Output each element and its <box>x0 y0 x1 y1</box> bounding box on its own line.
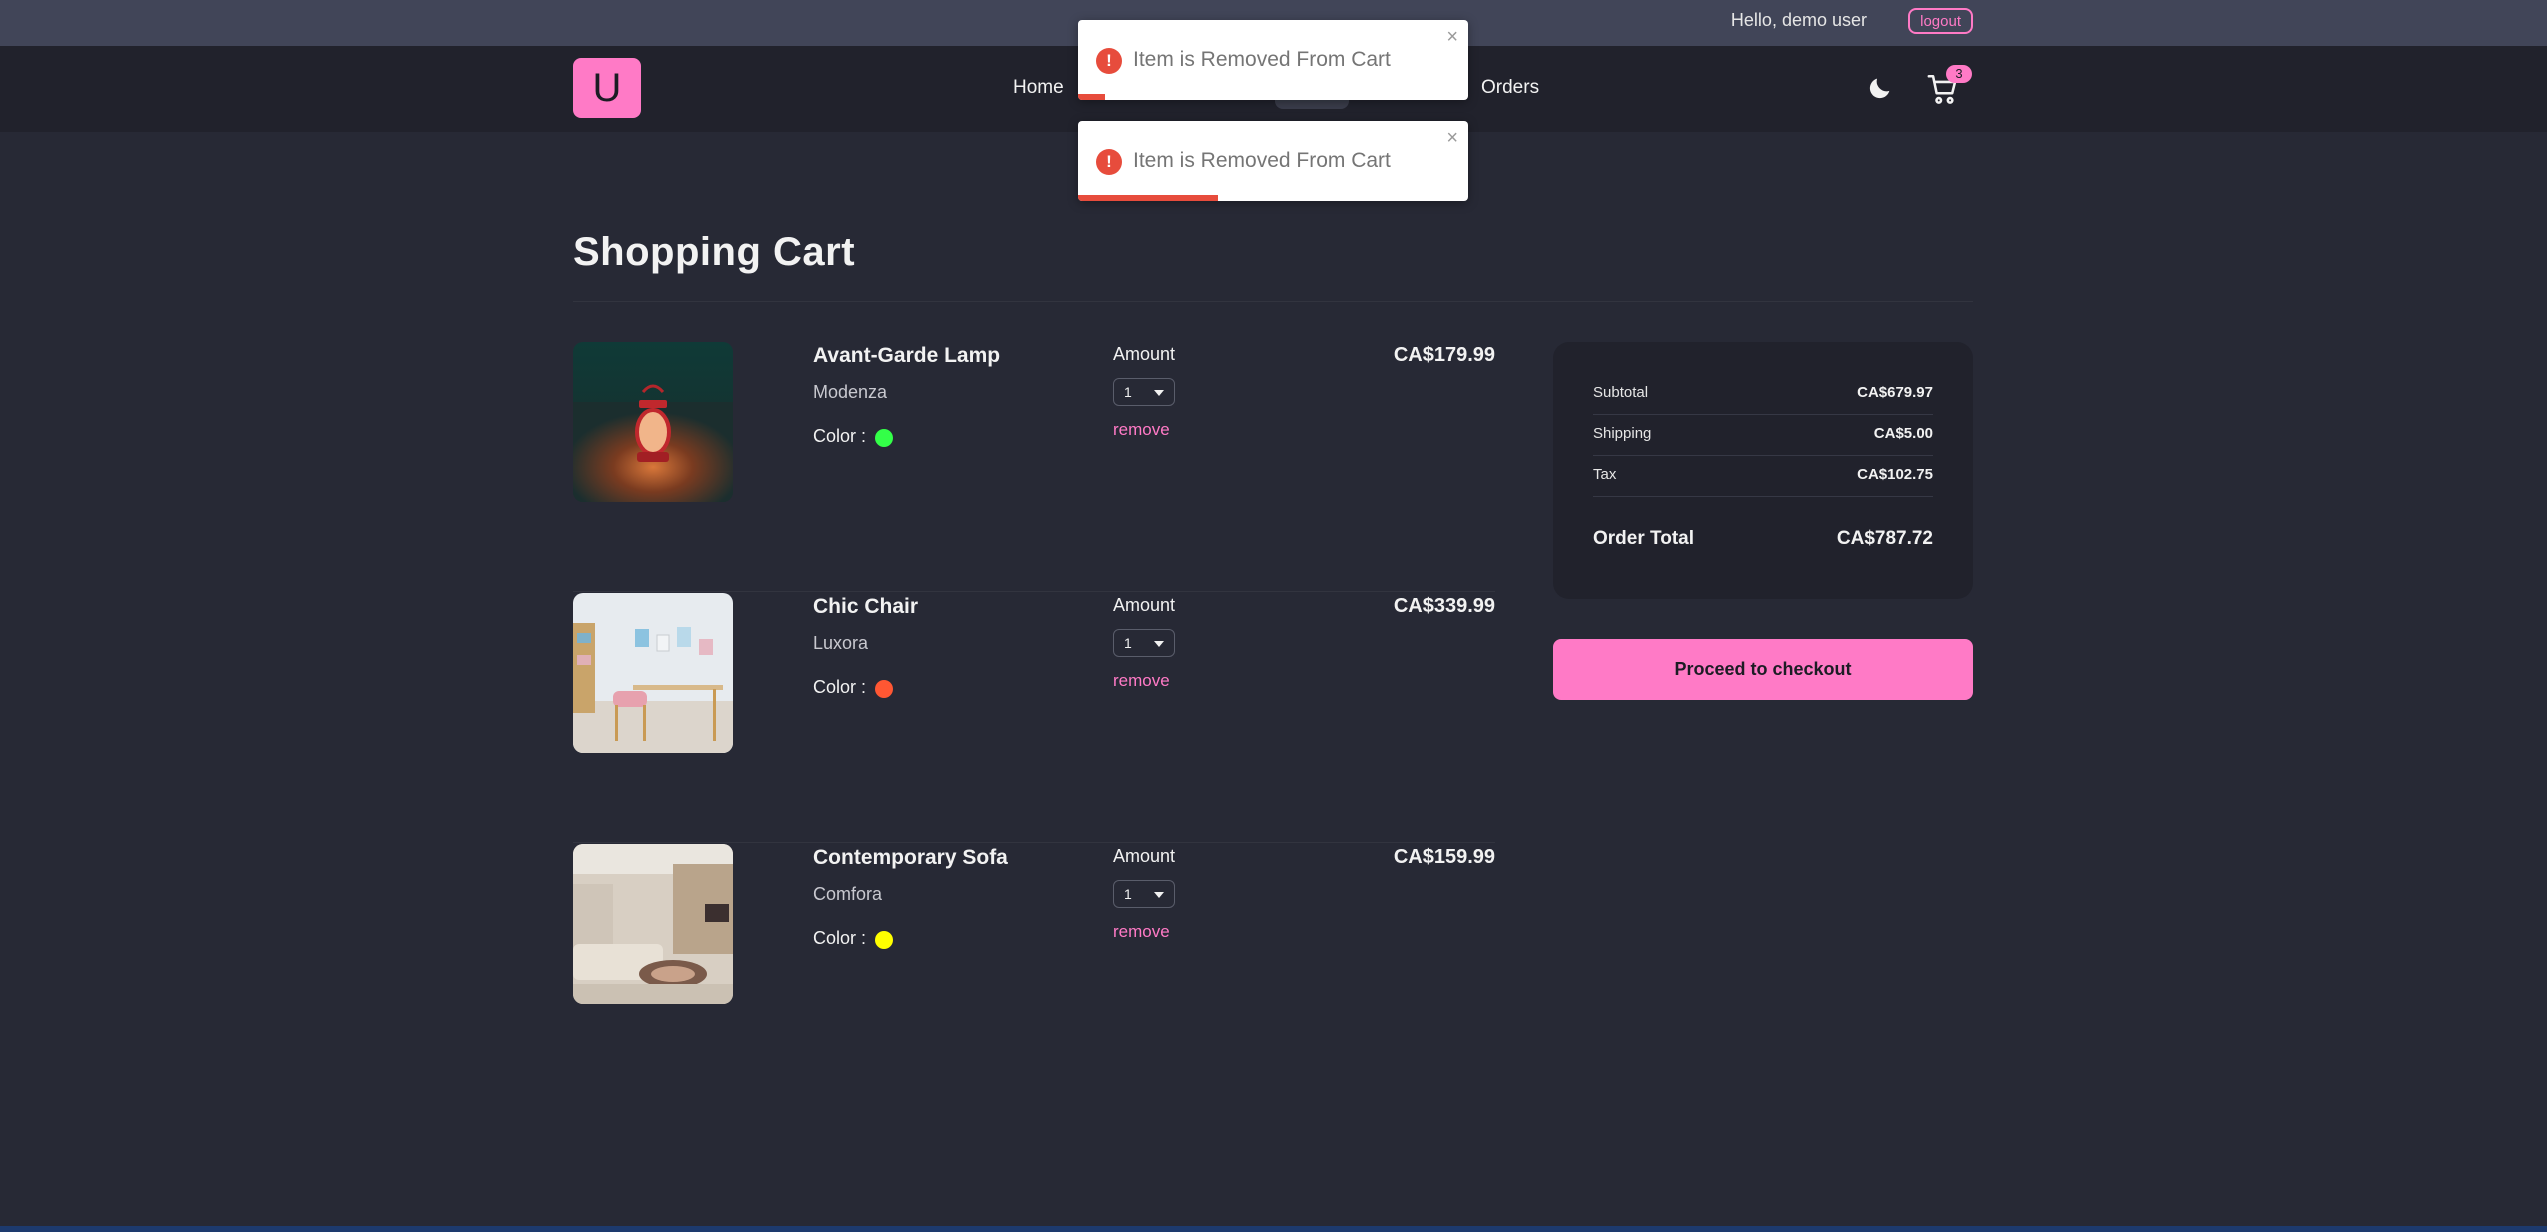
color-swatch <box>875 931 893 949</box>
product-name: Contemporary Sofa <box>813 846 1008 869</box>
color-swatch <box>875 429 893 447</box>
product-image-lamp <box>573 342 733 502</box>
toast-progress-bar <box>1078 195 1219 201</box>
error-icon: ! <box>1096 48 1122 74</box>
amount-value: 1 <box>1124 635 1132 651</box>
product-name: Chic Chair <box>813 595 919 618</box>
cart-item: Avant-Garde Lamp Modenza Color : Amount … <box>573 342 1495 592</box>
error-icon: ! <box>1096 149 1122 175</box>
moon-icon[interactable] <box>1866 74 1894 102</box>
remove-button[interactable]: remove <box>1113 922 1170 942</box>
product-company: Luxora <box>813 633 869 653</box>
divider <box>1593 496 1933 497</box>
close-icon[interactable]: × <box>1446 26 1458 49</box>
subtotal-value: CA$679.97 <box>1857 384 1933 401</box>
product-price: CA$159.99 <box>1393 846 1495 868</box>
product-company: Modenza <box>813 382 888 402</box>
product-price: CA$339.99 <box>1393 595 1495 617</box>
color-label: Color : <box>813 677 867 697</box>
amount-value: 1 <box>1124 384 1132 400</box>
toast-notification: ! Item is Removed From Cart × <box>1078 20 1468 100</box>
product-image-chair <box>573 593 733 753</box>
amount-label: Amount <box>1113 595 1176 615</box>
color-swatch <box>875 680 893 698</box>
bottom-edge <box>0 1226 2547 1232</box>
divider <box>1593 414 1933 415</box>
amount-select[interactable]: 1 <box>1113 629 1175 657</box>
chevron-down-icon <box>1154 641 1164 647</box>
toast-message: Item is Removed From Cart <box>1133 48 1391 71</box>
amount-select[interactable]: 1 <box>1113 880 1175 908</box>
nav-link-home[interactable]: Home <box>1013 77 1064 99</box>
subtotal-label: Subtotal <box>1593 384 1649 401</box>
remove-button[interactable]: remove <box>1113 671 1170 691</box>
shipping-label: Shipping <box>1593 425 1652 442</box>
user-greeting: Hello, demo user <box>1730 10 1867 30</box>
divider <box>573 301 1973 302</box>
color-label: Color : <box>813 928 867 948</box>
toast-message: Item is Removed From Cart <box>1133 149 1391 172</box>
divider <box>1593 455 1933 456</box>
tax-label: Tax <box>1593 466 1617 483</box>
checkout-button[interactable]: Proceed to checkout <box>1553 639 1973 700</box>
page-title: Shopping Cart <box>573 230 856 274</box>
nav-active-indicator <box>1275 99 1349 109</box>
cart-item: Contemporary Sofa Comfora Color : Amount… <box>573 844 1495 1094</box>
amount-value: 1 <box>1124 886 1132 902</box>
color-label: Color : <box>813 426 867 446</box>
product-name: Avant-Garde Lamp <box>813 344 1001 367</box>
order-total-value: CA$787.72 <box>1836 528 1933 549</box>
amount-label: Amount <box>1113 846 1176 866</box>
toast-progress-bar <box>1078 94 1106 100</box>
shipping-value: CA$5.00 <box>1873 425 1933 442</box>
divider <box>573 842 1495 843</box>
product-price: CA$179.99 <box>1393 344 1495 366</box>
amount-select[interactable]: 1 <box>1113 378 1175 406</box>
close-icon[interactable]: × <box>1446 127 1458 150</box>
logo-button[interactable]: U <box>573 58 641 118</box>
chevron-down-icon <box>1154 390 1164 396</box>
cart-count-badge: 3 <box>1946 65 1972 83</box>
chevron-down-icon <box>1154 892 1164 898</box>
order-total-label: Order Total <box>1593 528 1694 549</box>
nav-link-orders[interactable]: Orders <box>1481 77 1539 99</box>
cart-item: Chic Chair Luxora Color : Amount 1 remov… <box>573 593 1495 843</box>
amount-label: Amount <box>1113 344 1176 364</box>
order-summary: Subtotal CA$679.97 Shipping CA$5.00 Tax … <box>1553 342 1973 599</box>
remove-button[interactable]: remove <box>1113 420 1170 440</box>
product-image-sofa <box>573 844 733 1004</box>
product-company: Comfora <box>813 884 883 904</box>
toast-notification: ! Item is Removed From Cart × <box>1078 121 1468 201</box>
logout-button[interactable]: logout <box>1908 8 1973 34</box>
tax-value: CA$102.75 <box>1857 466 1933 483</box>
divider <box>573 591 1495 592</box>
